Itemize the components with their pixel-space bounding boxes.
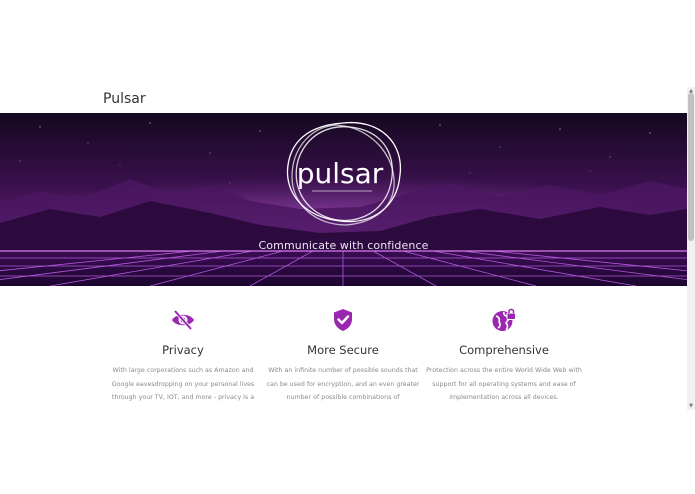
vertical-scrollbar[interactable]: ▲ ▼: [687, 87, 695, 410]
feature-title: Privacy: [162, 343, 204, 357]
feature-comprehensive: Comprehensive Protection across the enti…: [424, 307, 584, 405]
hero-tagline: Communicate with confidence: [258, 239, 429, 252]
hero-illustration: pulsar: [0, 113, 687, 286]
eye-slash-icon: [172, 309, 194, 331]
feature-privacy: Privacy With large corporations such as …: [103, 307, 263, 405]
shield-check-icon: [334, 309, 352, 331]
feature-title: More Secure: [307, 343, 379, 357]
scroll-down-icon[interactable]: ▼: [687, 402, 695, 410]
scrollbar-thumb[interactable]: [688, 93, 694, 241]
feature-title: Comprehensive: [459, 343, 549, 357]
page-title: Pulsar: [103, 91, 146, 107]
feature-text: With an infinite number of possible soun…: [266, 367, 420, 401]
feature-more-secure: More Secure With an infinite number of p…: [263, 307, 423, 405]
pulsar-logo-text: pulsar: [297, 157, 384, 190]
feature-text: Protection across the entire World Wide …: [426, 367, 582, 401]
hero-banner: pulsar Communicate with confidence: [0, 113, 687, 286]
globe-lock-icon: [492, 308, 516, 331]
page-viewport: Pulsar pulsar Communicate with confidenc…: [0, 87, 695, 410]
feature-text: With large corporations such as Amazon a…: [111, 367, 255, 401]
